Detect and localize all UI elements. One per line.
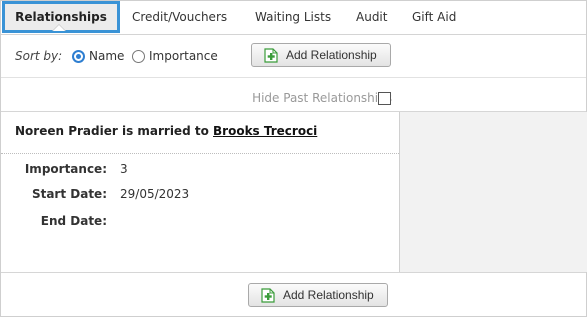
tab-audit[interactable]: Audit <box>356 1 387 34</box>
active-tab-caret <box>53 25 65 31</box>
sort-label: Sort by: <box>15 49 63 63</box>
start-date-value: 29/05/2023 <box>120 187 190 201</box>
divider <box>1 77 586 78</box>
tab-credit-vouchers[interactable]: Credit/Vouchers <box>132 1 227 34</box>
add-relationship-label: Add Relationship <box>283 288 374 302</box>
hide-past-checkbox[interactable] <box>378 92 391 105</box>
add-relationship-label: Add Relationship <box>286 48 377 62</box>
relationships-panel: Relationships Credit/Vouchers Waiting Li… <box>0 0 587 317</box>
hide-past-label[interactable]: Hide Past Relationships <box>252 91 392 105</box>
tab-waiting-lists[interactable]: Waiting Lists <box>255 1 331 34</box>
sort-name-label[interactable]: Name <box>89 49 124 63</box>
sort-name-radio[interactable] <box>72 50 85 63</box>
tab-label: Credit/Vouchers <box>132 10 228 24</box>
add-relationship-button-bottom[interactable]: Add Relationship <box>248 283 388 307</box>
end-date-label: End Date: <box>40 214 107 228</box>
relationship-description: Noreen Pradier is married to <box>15 124 209 138</box>
add-document-icon <box>264 48 278 63</box>
related-person-link[interactable]: Brooks Trecroci <box>213 124 317 138</box>
start-date-label: Start Date: <box>31 187 107 201</box>
tab-label: Relationships <box>15 10 107 24</box>
add-relationship-button-top[interactable]: Add Relationship <box>251 43 391 67</box>
dotted-divider <box>1 153 399 154</box>
tab-label: Gift Aid <box>412 10 457 24</box>
relationship-title: Noreen Pradier is married to Brooks Trec… <box>15 124 317 138</box>
relationship-card: Noreen Pradier is married to Brooks Trec… <box>1 112 399 272</box>
sort-importance-label[interactable]: Importance <box>149 49 218 63</box>
sort-importance-radio[interactable] <box>132 50 145 63</box>
divider <box>1 272 586 273</box>
relationship-side-panel <box>399 112 587 272</box>
tab-label: Audit <box>356 10 388 24</box>
importance-label: Importance: <box>24 162 107 176</box>
tab-label: Waiting Lists <box>255 10 332 24</box>
tab-gift-aid[interactable]: Gift Aid <box>412 1 456 34</box>
tab-bar: Relationships Credit/Vouchers Waiting Li… <box>1 1 586 35</box>
add-document-icon <box>261 288 275 303</box>
importance-value: 3 <box>120 162 128 176</box>
